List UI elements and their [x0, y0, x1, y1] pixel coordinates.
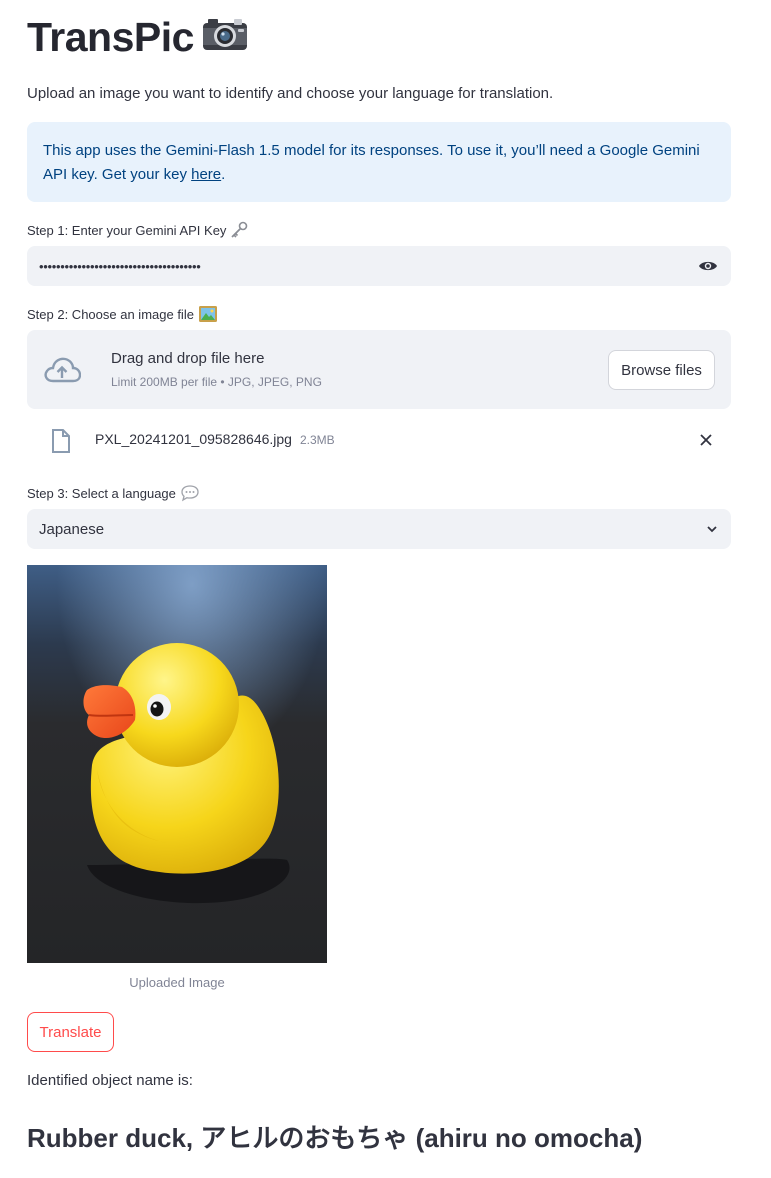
- info-end: .: [221, 166, 226, 183]
- api-key-input[interactable]: ••••••••••••••••••••••••••••••••••••••: [27, 246, 731, 286]
- step3-label-text: Step 3: Select a language: [27, 485, 176, 501]
- image-caption: Uploaded Image: [129, 975, 225, 990]
- dropzone-title: Drag and drop file here: [111, 350, 265, 367]
- close-icon[interactable]: [697, 431, 715, 449]
- page-title-text: TransPic: [27, 14, 194, 60]
- translate-button[interactable]: Translate: [27, 1012, 114, 1052]
- chevron-down-icon: [707, 526, 717, 533]
- page-title: TransPic: [27, 14, 248, 61]
- step2-label: Step 2: Choose an image file: [27, 305, 218, 323]
- eye-icon[interactable]: [697, 255, 719, 277]
- language-select[interactable]: Japanese: [27, 509, 731, 549]
- dropzone-limit: Limit 200MB per file • JPG, JPEG, PNG: [111, 375, 322, 389]
- get-key-link[interactable]: here: [191, 166, 221, 183]
- step1-label-text: Step 1: Enter your Gemini API Key: [27, 222, 227, 238]
- file-name: PXL_20241201_095828646.jpg: [95, 431, 292, 447]
- uploaded-image: [27, 565, 327, 963]
- cloud-upload-icon: [44, 357, 81, 382]
- language-selected: Japanese: [39, 520, 105, 538]
- api-key-value: ••••••••••••••••••••••••••••••••••••••: [39, 258, 201, 274]
- speech-bubble-icon: [180, 484, 200, 502]
- result-heading: Rubber duck, アヒルのおもちゃ (ahiru no omocha): [27, 1123, 643, 1153]
- file-dropzone[interactable]: Drag and drop file here Limit 200MB per …: [27, 330, 731, 409]
- step1-label: Step 1: Enter your Gemini API Key: [27, 221, 248, 239]
- framed-picture-icon: [198, 305, 218, 323]
- page-subtitle: Upload an image you want to identify and…: [27, 85, 554, 102]
- file-size: 2.3MB: [299, 433, 335, 447]
- info-text: This app uses the Gemini-Flash 1.5 model…: [43, 142, 700, 183]
- browse-files-button[interactable]: Browse files: [608, 350, 715, 390]
- camera-icon: [202, 14, 248, 61]
- step2-label-text: Step 2: Choose an image file: [27, 306, 194, 322]
- file-icon: [52, 429, 70, 453]
- step3-label: Step 3: Select a language: [27, 484, 200, 502]
- result-label: Identified object name is:: [27, 1072, 193, 1089]
- info-alert: This app uses the Gemini-Flash 1.5 model…: [27, 122, 731, 202]
- key-icon: [230, 221, 248, 239]
- uploaded-file-row: PXL_20241201_095828646.jpg 2.3MB: [27, 420, 731, 460]
